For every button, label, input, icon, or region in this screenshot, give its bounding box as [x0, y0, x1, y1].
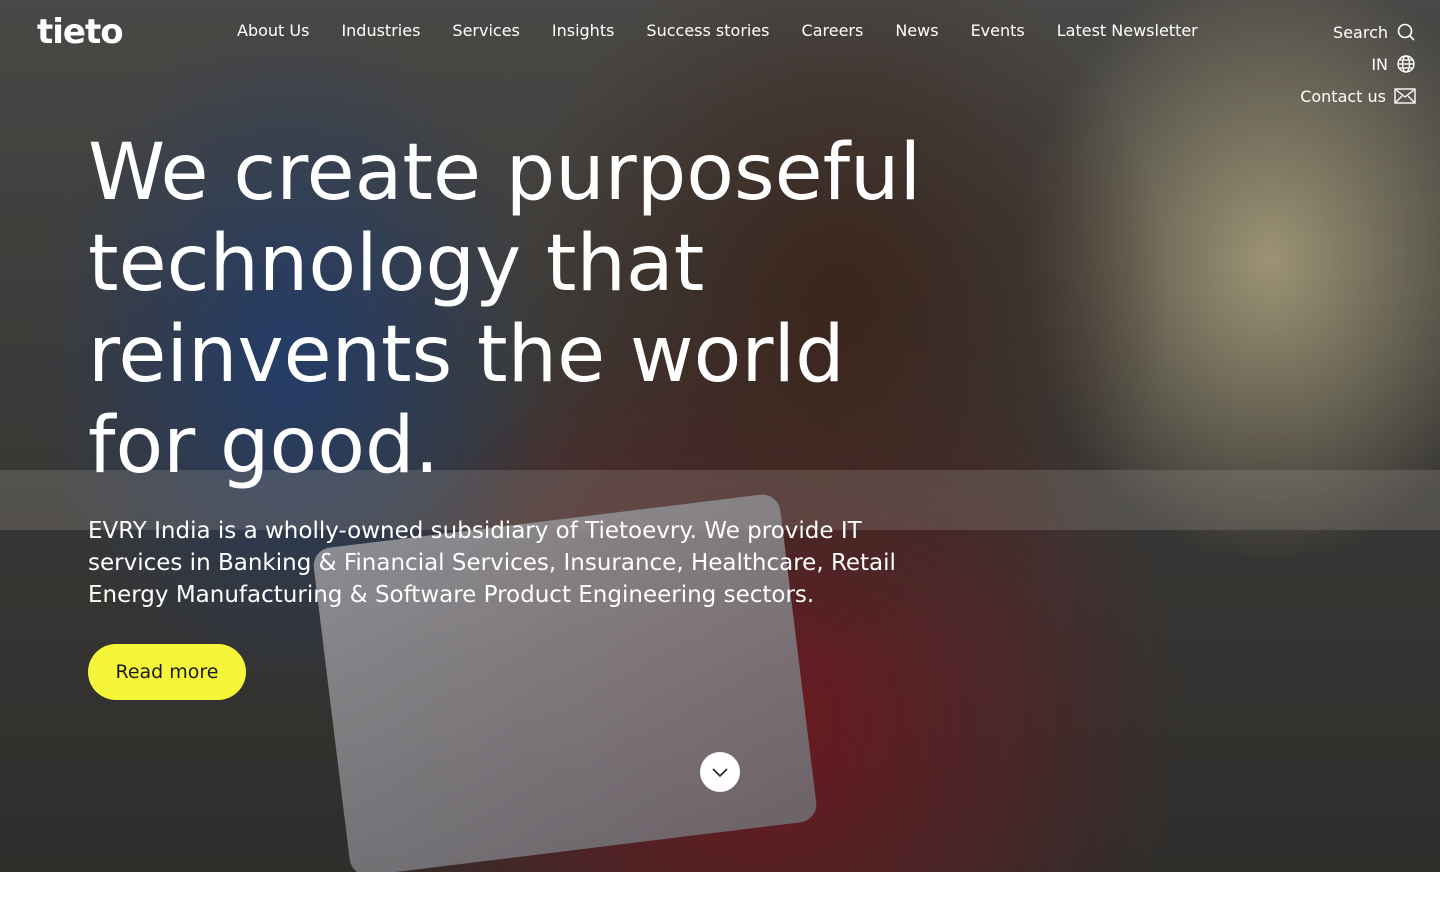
search-icon [1396, 22, 1416, 42]
nav-item-latest-newsletter[interactable]: Latest Newsletter [1057, 21, 1198, 41]
nav-item-success-stories[interactable]: Success stories [646, 21, 769, 41]
hero-banner: tieto About Us Industries Services Insig… [0, 0, 1440, 872]
main-navigation: About Us Industries Services Insights Su… [237, 21, 1198, 41]
scroll-down-button[interactable] [700, 752, 740, 792]
read-more-button[interactable]: Read more [88, 644, 246, 700]
nav-item-industries[interactable]: Industries [341, 21, 420, 41]
globe-icon [1396, 54, 1416, 74]
mail-icon [1394, 87, 1416, 105]
nav-item-insights[interactable]: Insights [552, 21, 615, 41]
contact-label: Contact us [1300, 86, 1386, 106]
search-label: Search [1333, 22, 1388, 42]
utility-links: Search IN Contact us [1196, 20, 1416, 116]
hero-headline: We create purposeful technology that rei… [88, 128, 922, 491]
search-link[interactable]: Search [1196, 20, 1416, 44]
region-label: IN [1371, 54, 1388, 74]
hero-description: EVRY India is a wholly-owned subsidiary … [88, 518, 896, 608]
tieto-logo[interactable]: tieto [37, 12, 124, 52]
nav-item-careers[interactable]: Careers [802, 21, 864, 41]
nav-item-events[interactable]: Events [971, 21, 1025, 41]
contact-us-link[interactable]: Contact us [1196, 84, 1416, 108]
nav-item-services[interactable]: Services [452, 21, 519, 41]
chevron-down-icon [711, 763, 729, 782]
nav-item-about-us[interactable]: About Us [237, 21, 309, 41]
nav-item-news[interactable]: News [895, 21, 938, 41]
region-selector[interactable]: IN [1196, 52, 1416, 76]
